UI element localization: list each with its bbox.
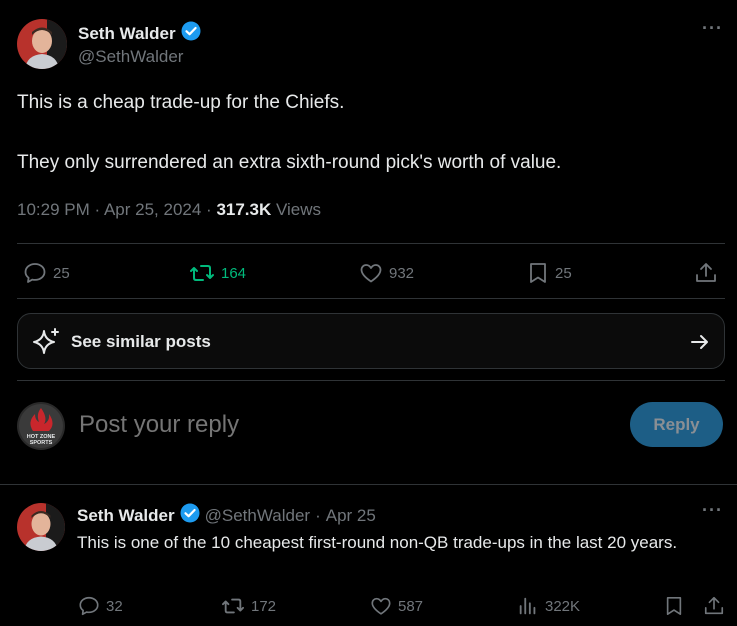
tweet-date[interactable]: Apr 25, 2024: [104, 200, 201, 219]
analytics-icon: [517, 595, 539, 617]
more-options-icon[interactable]: ···: [702, 18, 723, 39]
bookmark-action[interactable]: [664, 595, 684, 617]
reply-input[interactable]: [79, 411, 599, 439]
like-action[interactable]: 932: [359, 261, 414, 285]
see-similar-posts-label: See similar posts: [71, 332, 211, 351]
current-user-avatar[interactable]: HOT ZONE SPORTS: [17, 402, 65, 450]
heart-icon: [359, 261, 383, 285]
separator: ·: [315, 505, 321, 525]
reply-icon: [78, 595, 100, 617]
divider: [0, 484, 737, 485]
views-label: Views: [276, 200, 322, 219]
reply-date[interactable]: Apr 25: [326, 506, 376, 526]
reply-header: Seth Walder @SethWalder · Apr 25: [77, 503, 376, 528]
views-count[interactable]: 317.3K: [216, 200, 271, 219]
author-handle[interactable]: @SethWalder: [78, 47, 183, 67]
reply-author-name[interactable]: Seth Walder: [77, 506, 175, 526]
arrow-right-icon: [690, 333, 710, 356]
tweet-time[interactable]: 10:29 PM: [17, 200, 90, 219]
divider: [17, 243, 725, 244]
share-icon: [703, 595, 725, 617]
share-action[interactable]: [703, 595, 725, 617]
divider: [17, 380, 725, 381]
see-similar-posts-button[interactable]: See similar posts: [17, 313, 725, 369]
bookmark-icon: [527, 261, 549, 285]
repost-count: 164: [221, 264, 247, 282]
repost-icon: [189, 261, 215, 285]
author-avatar[interactable]: [17, 19, 67, 69]
avatar-text-line-2: SPORTS: [30, 440, 53, 446]
sparkle-icon: [30, 326, 62, 363]
reply-author-avatar[interactable]: [17, 503, 65, 551]
like-count: 587: [398, 597, 424, 615]
reply-action[interactable]: 25: [23, 261, 70, 285]
bookmark-icon: [664, 595, 684, 617]
tweet-text-line-2: They only surrendered an extra sixth-rou…: [17, 152, 562, 173]
views-action[interactable]: 322K: [517, 595, 580, 617]
reply-button[interactable]: Reply: [630, 402, 723, 447]
reply-author-handle[interactable]: @SethWalder: [205, 506, 310, 526]
more-options-icon[interactable]: ···: [702, 500, 723, 521]
author-name[interactable]: Seth Walder: [78, 24, 176, 44]
divider: [17, 298, 725, 299]
reply-action[interactable]: 32: [78, 595, 123, 617]
verified-badge-icon: [181, 21, 201, 46]
bookmark-count: 25: [555, 264, 572, 282]
reply-text: This is one of the 10 cheapest first-rou…: [77, 533, 678, 552]
like-count: 932: [389, 264, 415, 282]
repost-action[interactable]: 172: [221, 595, 276, 617]
bookmark-action[interactable]: 25: [527, 261, 572, 285]
like-action[interactable]: 587: [370, 595, 423, 617]
author-name-row[interactable]: Seth Walder: [78, 21, 201, 46]
repost-icon: [221, 595, 245, 617]
repost-count: 172: [251, 597, 277, 615]
share-action[interactable]: [694, 261, 718, 285]
tweet-text-line-1: This is a cheap trade-up for the Chiefs.: [17, 92, 345, 113]
repost-action[interactable]: 164: [189, 261, 246, 285]
share-icon: [694, 261, 718, 285]
heart-icon: [370, 595, 392, 617]
views-count: 322K: [545, 597, 581, 615]
reply-count: 25: [53, 264, 70, 282]
reply-count: 32: [106, 597, 123, 615]
reply-icon: [23, 261, 47, 285]
tweet-meta: 10:29 PM · Apr 25, 2024 · 317.3K Views: [17, 200, 322, 219]
verified-badge-icon: [180, 503, 200, 528]
